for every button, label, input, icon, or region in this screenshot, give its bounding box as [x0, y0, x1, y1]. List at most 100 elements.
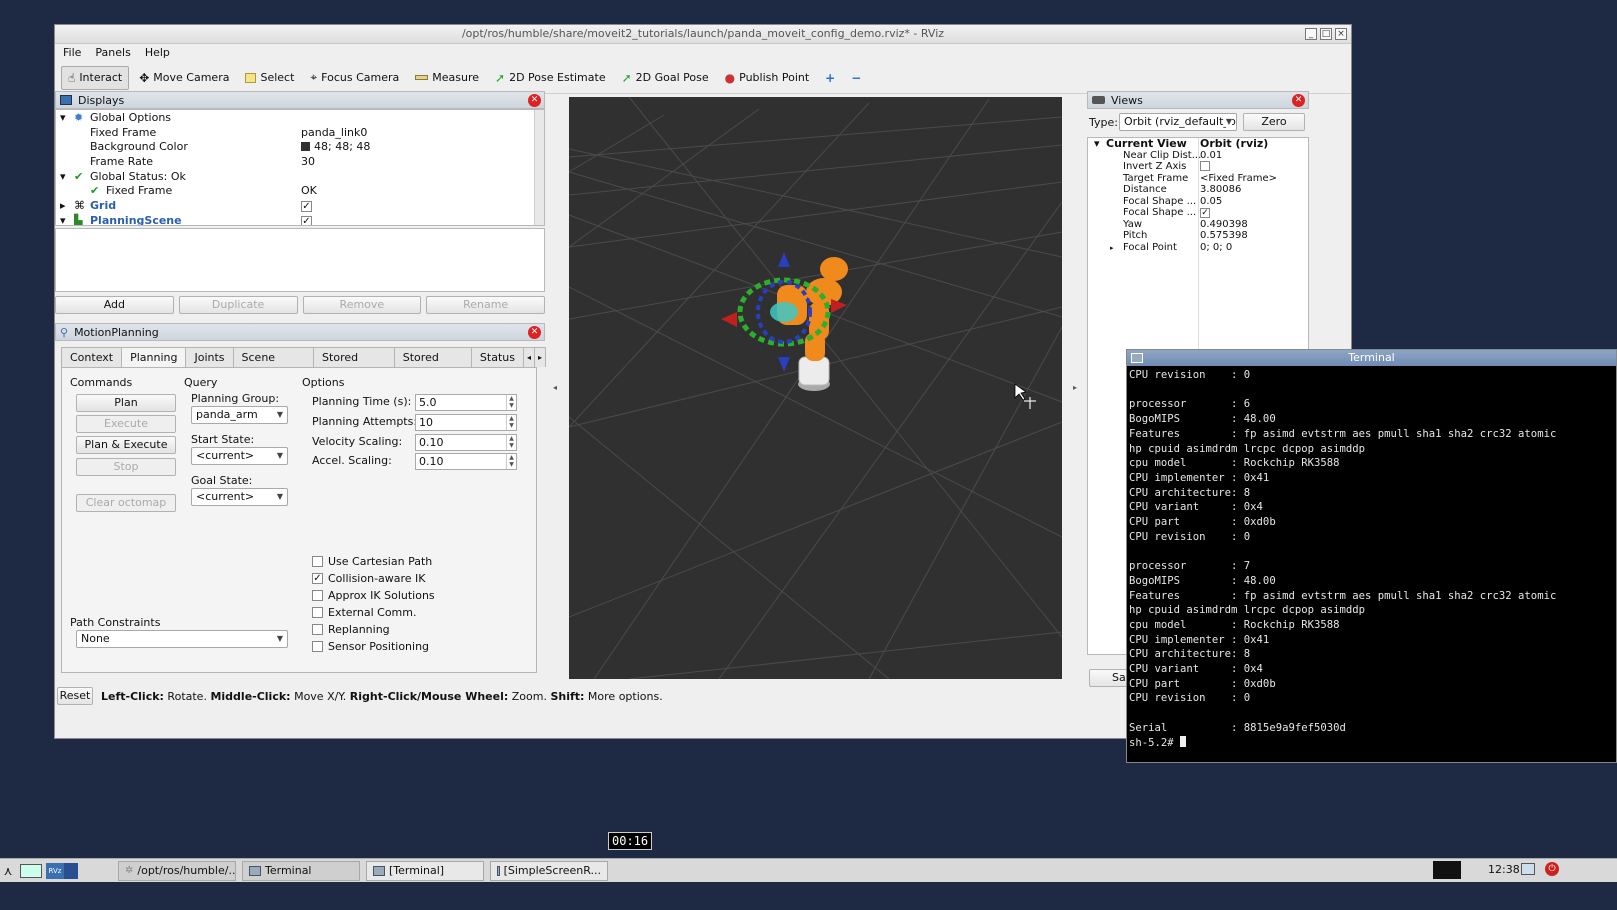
check-box[interactable]: ✓ [1200, 208, 1210, 218]
plan-button[interactable]: Plan [76, 394, 176, 412]
duplicate-button[interactable]: Duplicate [178, 296, 298, 314]
goal-state-select[interactable]: <current> ▼ [191, 488, 288, 506]
expand-icon[interactable]: ▾ [60, 169, 66, 184]
task-rviz[interactable]: ✲/opt/ros/humble/... [118, 860, 236, 881]
terminal-window[interactable]: Terminal CPU revision : 0 processor : 6 … [1126, 349, 1617, 763]
remove-button[interactable]: Remove [302, 296, 422, 314]
tool-measure[interactable]: Measure [409, 66, 485, 90]
planning-group-select[interactable]: panda_arm ▼ [191, 406, 288, 424]
save-button[interactable]: Sa [1089, 669, 1129, 687]
panda-robot[interactable] [721, 252, 848, 391]
tab-scene-objects[interactable]: Scene Objects [232, 347, 315, 383]
tool-2d-pose-estimate[interactable]: ➚ 2D Pose Estimate [489, 66, 612, 90]
tool-publish-point[interactable]: ● Publish Point [719, 66, 816, 90]
start-menu-icon[interactable]: ⋏ [0, 864, 16, 878]
minimize-button[interactable]: _ [1305, 28, 1317, 40]
tool-focus-camera[interactable]: ⌖ Focus Camera [304, 66, 405, 90]
check-box[interactable] [312, 641, 323, 652]
window-menu-icon[interactable] [1131, 353, 1143, 363]
task-terminal-2[interactable]: [Terminal] [366, 860, 484, 881]
menu-help[interactable]: Help [145, 44, 170, 62]
tree-row[interactable]: Distance 3.80086 [1088, 184, 1308, 196]
checkbox[interactable]: ✓ [301, 198, 312, 213]
collision-aware-ik-checkbox[interactable]: ✓ Collision-aware IK [312, 572, 426, 585]
expand-icon[interactable]: ▾ [60, 110, 66, 125]
expand-icon[interactable]: ▸ [1110, 242, 1114, 254]
tab-stored-states[interactable]: Stored States [393, 347, 472, 383]
stop-button[interactable]: Stop [76, 458, 176, 476]
view-type-select[interactable]: Orbit (rviz_default_plu ▼ [1119, 113, 1237, 131]
tree-row-global-status[interactable]: ▾ ✔ Global Status: Ok [56, 169, 534, 184]
window-titlebar[interactable]: /opt/ros/humble/share/moveit2_tutorials/… [55, 25, 1351, 44]
tree-row[interactable]: Target Frame <Fixed Frame> [1088, 173, 1308, 185]
scrollbar[interactable] [534, 110, 544, 225]
menu-panels[interactable]: Panels [95, 44, 130, 62]
planning-time-input[interactable]: 5.0 ▲ ▼ [415, 394, 517, 411]
tab-status[interactable]: Status [470, 347, 524, 367]
power-icon[interactable]: ⏻ [1545, 862, 1559, 876]
tree-row[interactable]: Fixed Frame panda_link0 [56, 125, 534, 140]
menu-file[interactable]: File [63, 44, 81, 62]
tree-row-grid[interactable]: ▸ ⌘ Grid ✓ [56, 198, 534, 213]
planning-attempts-input[interactable]: 10 ▲ ▼ [415, 414, 517, 431]
clock[interactable]: 12:38 [1488, 863, 1520, 876]
show-desktop-icon[interactable] [20, 863, 42, 878]
checkbox[interactable]: ✓ [1200, 207, 1210, 219]
tree-row[interactable]: Invert Z Axis [1088, 161, 1308, 173]
tool-select[interactable]: Select [239, 66, 300, 90]
close-icon[interactable]: ✕ [1292, 94, 1305, 107]
check-box[interactable]: ✓ [301, 216, 312, 225]
clear-octomap-button[interactable]: Clear octomap [76, 494, 176, 512]
close-button[interactable]: × [1335, 28, 1347, 40]
task-simplescreenrecorder[interactable]: [SimpleScreenR... [490, 860, 608, 881]
expand-icon[interactable]: ▸ [60, 198, 66, 213]
expand-icon[interactable]: ▾ [60, 213, 66, 225]
collapse-right-icon[interactable]: ▸ [1073, 383, 1077, 392]
external-comm-checkbox[interactable]: External Comm. [312, 606, 416, 619]
start-state-select[interactable]: <current> ▼ [191, 447, 288, 465]
sensor-positioning-checkbox[interactable]: Sensor Positioning [312, 640, 429, 653]
spin-arrows-icon[interactable]: ▲ ▼ [506, 395, 516, 410]
tree-row[interactable]: Near Clip Dist... 0.01 [1088, 150, 1308, 162]
check-box[interactable] [312, 607, 323, 618]
collapse-left-icon[interactable]: ◂ [553, 383, 557, 392]
tree-row[interactable]: ▸ Focal Point 0; 0; 0 [1088, 242, 1308, 254]
check-box[interactable]: ✓ [301, 201, 312, 212]
tab-scroll-right-icon[interactable]: ▸ [533, 347, 546, 367]
expand-icon[interactable]: ▾ [1094, 138, 1100, 150]
replanning-checkbox[interactable]: Replanning [312, 623, 390, 636]
path-constraints-select[interactable]: None ▼ [76, 630, 288, 648]
3d-scene[interactable] [569, 97, 1062, 679]
tab-context[interactable]: Context [61, 347, 123, 367]
tree-row-global-options[interactable]: ▾ ✹ Global Options [56, 110, 534, 125]
display-icon[interactable] [1521, 863, 1535, 875]
tab-joints[interactable]: Joints [185, 347, 234, 367]
check-box[interactable] [312, 590, 323, 601]
close-icon[interactable]: ✕ [528, 94, 541, 107]
accel-scaling-input[interactable]: 0.10 ▲ ▼ [415, 453, 517, 470]
tree-row[interactable]: ▾ Current View Orbit (rviz) [1088, 138, 1308, 150]
rename-button[interactable]: Rename [426, 296, 545, 314]
tree-row[interactable]: Pitch 0.575398 [1088, 230, 1308, 242]
terminal-titlebar[interactable]: Terminal [1127, 350, 1616, 366]
zero-button[interactable]: Zero [1243, 113, 1305, 131]
tree-row[interactable]: ✔ Fixed Frame OK [56, 183, 534, 198]
check-box[interactable]: ✓ [312, 573, 323, 584]
tree-row[interactable]: Yaw 0.490398 [1088, 219, 1308, 231]
tool-interact[interactable]: ☝ Interact [61, 65, 130, 90]
tree-row[interactable]: Focal Shape ... ✓ [1088, 207, 1308, 219]
check-box[interactable] [312, 624, 323, 635]
approx-ik-checkbox[interactable]: Approx IK Solutions [312, 589, 435, 602]
tab-stored-scenes[interactable]: Stored Scenes [313, 347, 395, 383]
remove-tool-button[interactable]: − [845, 66, 867, 90]
spin-arrows-icon[interactable]: ▲ ▼ [506, 435, 516, 450]
add-button[interactable]: Add [55, 296, 174, 314]
checkbox[interactable]: ✓ [301, 213, 312, 225]
check-box[interactable] [1200, 161, 1210, 171]
plan-execute-button[interactable]: Plan & Execute [76, 436, 176, 454]
tool-2d-goal-pose[interactable]: ➚ 2D Goal Pose [616, 66, 715, 90]
spin-arrows-icon[interactable]: ▲ ▼ [506, 415, 516, 430]
tree-row[interactable]: Frame Rate 30 [56, 154, 534, 169]
execute-button[interactable]: Execute [76, 415, 176, 433]
spin-arrows-icon[interactable]: ▲ ▼ [506, 454, 516, 469]
